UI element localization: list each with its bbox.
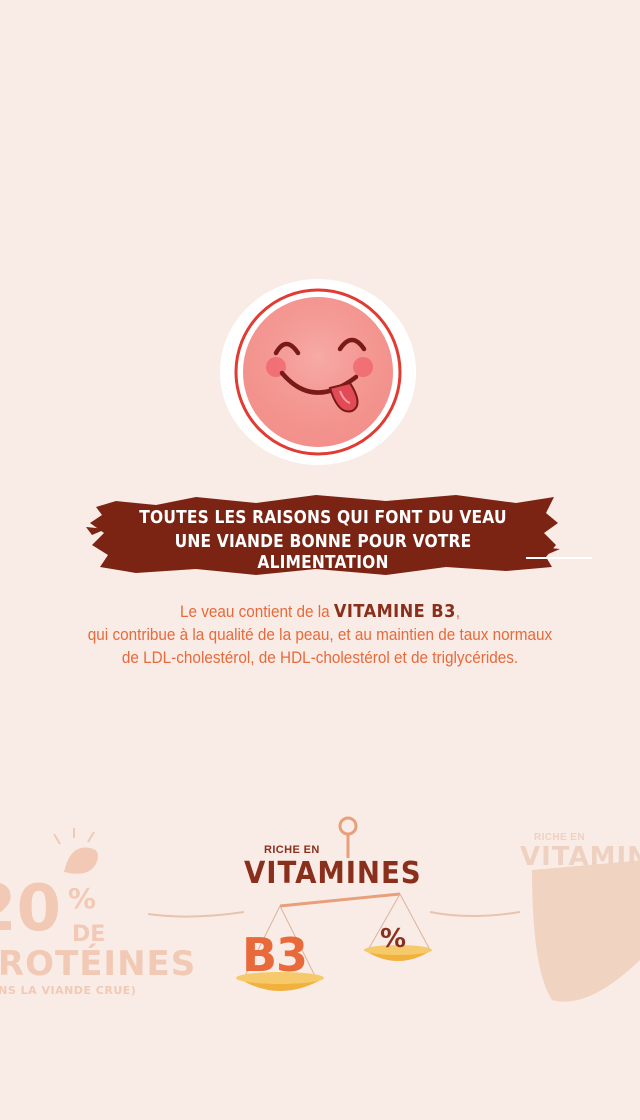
shield-shape-icon [532,860,640,1002]
protein-label: PROTÉINES [0,944,197,984]
protein-sub: (DANS LA VIANDE CRUE) [0,984,137,997]
vitamin-percent: % [380,924,407,954]
carousel-card-proteins[interactable]: 20 % DE PROTÉINES (DANS LA VIANDE CRUE) [0,820,195,1020]
balance-scale-icon [236,816,432,991]
smiley-tongue-icon [218,275,418,470]
vitamin-b3-label: B3 [242,928,308,982]
next-vitamins-title: VITAMINES [520,842,640,872]
description-line-2: qui contribue à la qualité de la peau, e… [87,625,553,644]
protein-percent: % [68,882,97,915]
description-text: Le veau contient de la VITAMINE B3, qui … [0,600,640,669]
protein-number: 20 [0,872,62,946]
description-line-1: Le veau contient de la VITAMINE B3, [179,601,461,622]
vitamin-highlight: VITAMINE B3 [333,601,456,622]
headline-banner: TOUTES LES RAISONS QUI FONT DU VEAU UNE … [86,487,592,577]
vitamins-riche-en: RICHE EN [264,844,320,856]
description-line-3: de LDL-cholestérol, de HDL-cholestérol e… [121,648,519,667]
banner-line-2: UNE VIANDE BONNE POUR VOTRE ALIMENTATION [174,531,472,573]
banner-line-1: TOUTES LES RAISONS QUI FONT DU VEAU [139,507,507,528]
vitamins-title: VITAMINES [244,856,422,891]
carousel-card-vitamins-next[interactable]: RICHE EN VITAMINES [510,820,640,1020]
banner-underline [526,557,592,559]
carousel-card-vitamins[interactable]: RICHE EN VITAMINES B3 % [220,810,450,1020]
